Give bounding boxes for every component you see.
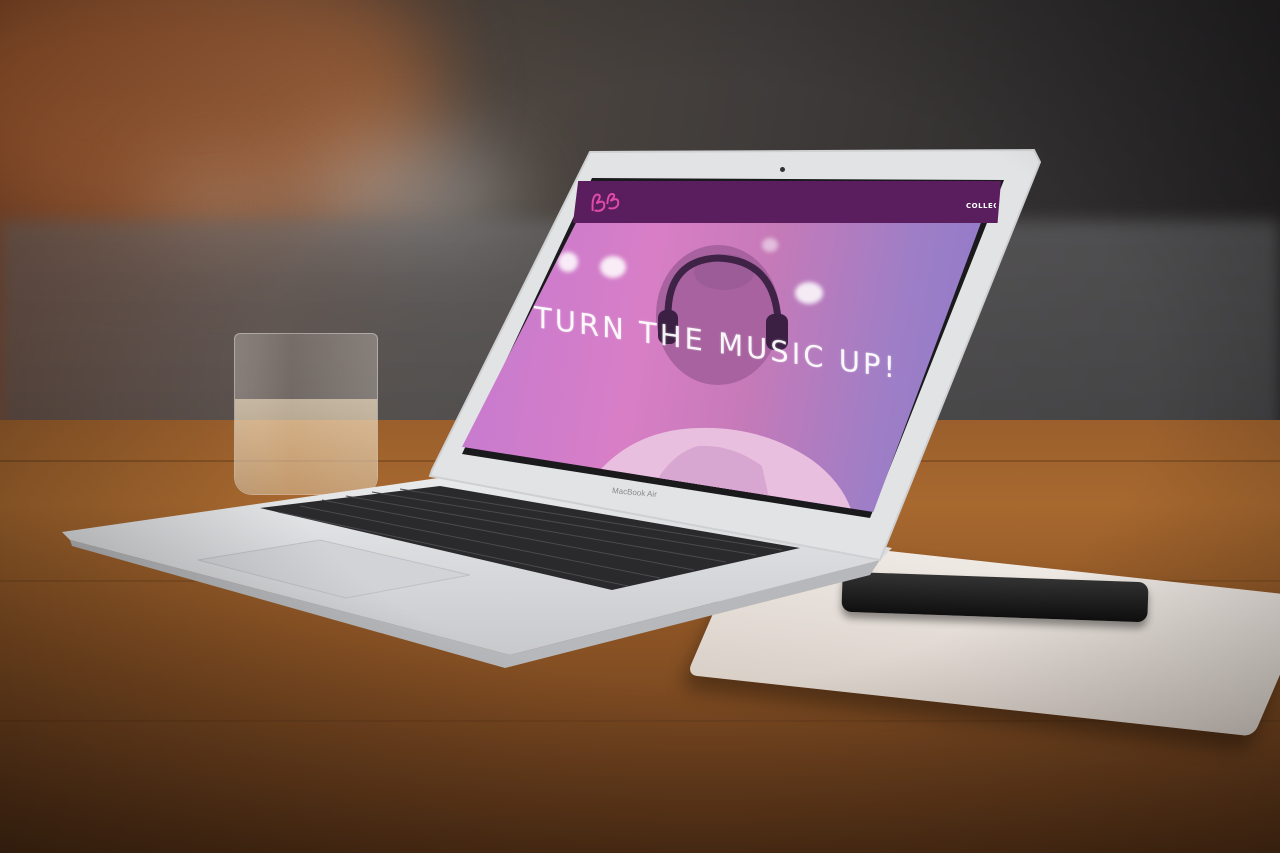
nav-item-collections[interactable]: COLLEC (966, 202, 996, 210)
site-header (573, 181, 1001, 223)
photo-scene: TURN THE MUSIC UP! COLLEC MacBook Air (0, 0, 1280, 853)
webcam (780, 167, 785, 172)
